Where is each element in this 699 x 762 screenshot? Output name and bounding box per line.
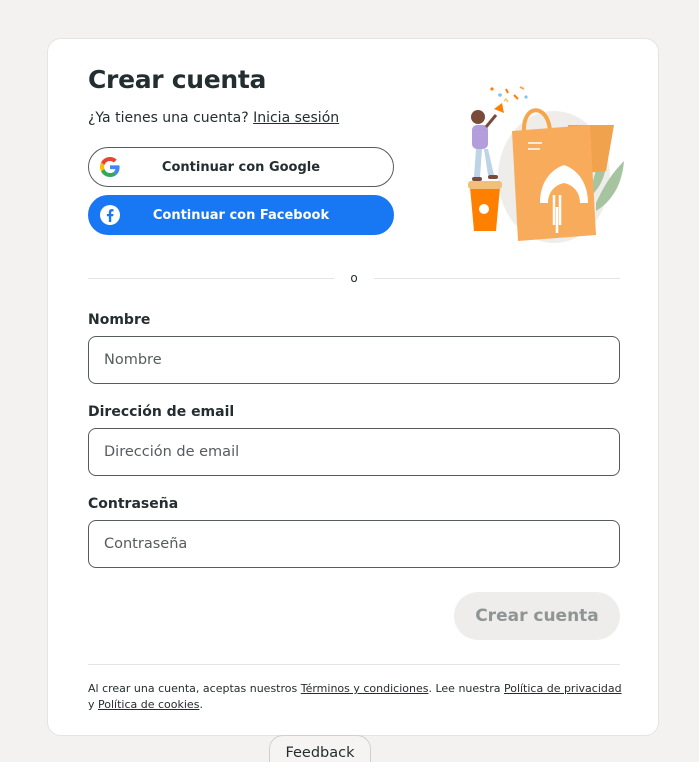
create-account-button[interactable]: Crear cuenta (454, 592, 620, 640)
feedback-button[interactable]: Feedback (269, 735, 371, 762)
legal-text-part: Al crear una cuenta, aceptas nuestros (88, 682, 301, 695)
name-input[interactable] (88, 336, 620, 384)
divider-text: o (350, 271, 358, 285)
divider-line-right (374, 278, 620, 279)
legal-text-part: . Lee nuestra (428, 682, 504, 695)
google-icon (99, 156, 121, 178)
facebook-icon (99, 204, 121, 226)
email-input[interactable] (88, 428, 620, 476)
terms-link[interactable]: Términos y condiciones (301, 682, 429, 695)
legal-text: Al crear una cuenta, aceptas nuestros Té… (88, 681, 623, 713)
shopping-bag-illustration (456, 85, 626, 245)
legal-text-part: . (199, 698, 203, 711)
page-title: Crear cuenta (88, 65, 267, 94)
name-label: Nombre (88, 312, 151, 328)
facebook-signup-button[interactable]: Continuar con Facebook (88, 195, 394, 235)
footer-divider (88, 664, 620, 665)
legal-text-part: y (88, 698, 99, 711)
email-label: Dirección de email (88, 404, 235, 420)
or-divider: o (88, 271, 620, 285)
divider-line-left (88, 278, 334, 279)
google-signup-button[interactable]: Continuar con Google (88, 147, 394, 187)
password-label: Contraseña (88, 496, 179, 512)
signup-card: Crear cuenta ¿Ya tienes una cuenta? Inic… (47, 38, 659, 736)
login-prompt: ¿Ya tienes una cuenta? Inicia sesión (88, 110, 339, 126)
privacy-policy-link[interactable]: Política de privacidad (504, 682, 622, 695)
password-input[interactable] (88, 520, 620, 568)
login-prompt-text: ¿Ya tienes una cuenta? (88, 110, 249, 126)
google-button-label: Continuar con Google (161, 159, 321, 175)
cookie-policy-link[interactable]: Política de cookies (98, 698, 199, 711)
login-link[interactable]: Inicia sesión (253, 110, 339, 126)
facebook-button-label: Continuar con Facebook (152, 207, 330, 223)
